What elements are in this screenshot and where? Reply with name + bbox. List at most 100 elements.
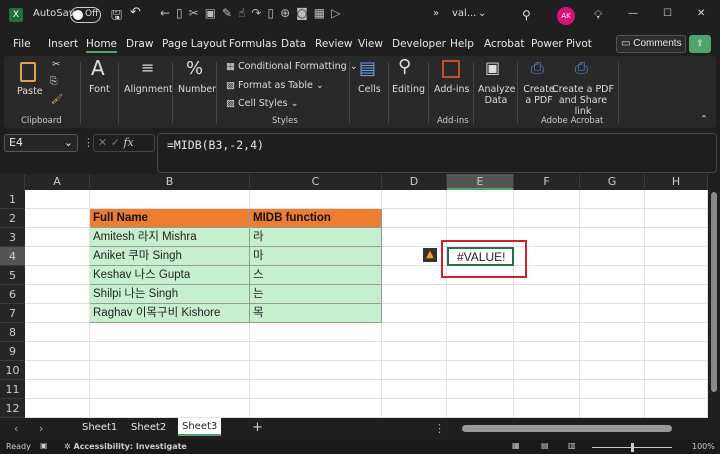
sheet-tab-sheet1[interactable]: Sheet1 <box>82 422 117 433</box>
column-header-C[interactable]: C <box>250 174 382 190</box>
minimize-button[interactable]: — <box>628 8 638 19</box>
cell-C11[interactable] <box>250 380 382 399</box>
row-header-9[interactable]: 9 <box>0 342 25 361</box>
cell-H6[interactable] <box>645 285 708 304</box>
cell-D2[interactable] <box>382 209 447 228</box>
conditional-formatting-button[interactable]: ▦ Conditional Formatting ⌄ <box>226 61 358 72</box>
cell-E10[interactable] <box>447 361 514 380</box>
cell-D7[interactable] <box>382 304 447 323</box>
cell-H12[interactable] <box>645 399 708 418</box>
cell-A3[interactable] <box>25 228 90 247</box>
cell-D12[interactable] <box>382 399 447 418</box>
row-header-10[interactable]: 10 <box>0 361 25 380</box>
worksheet-grid[interactable]: A B C D E F G H 1 2 Full Name MIDB function 3 Amitesh… <box>0 174 708 418</box>
cell-G4[interactable] <box>580 247 645 266</box>
cell-A9[interactable] <box>25 342 90 361</box>
zoom-slider[interactable] <box>592 443 672 452</box>
cell-H8[interactable] <box>645 323 708 342</box>
cell-D6[interactable] <box>382 285 447 304</box>
close-button[interactable]: ✕ <box>697 8 705 19</box>
cell-G9[interactable] <box>580 342 645 361</box>
cell-styles-button[interactable]: ▧ Cell Styles ⌄ <box>226 98 299 109</box>
row-header-7[interactable]: 7 <box>0 304 25 323</box>
select-all-corner[interactable] <box>0 174 25 190</box>
cell-A8[interactable] <box>25 323 90 342</box>
cell-H10[interactable] <box>645 361 708 380</box>
tab-view[interactable]: View <box>358 38 383 50</box>
add-ins-button[interactable]: Add-ins <box>434 84 469 95</box>
cell-B6[interactable]: Shilpi 나는 Singh <box>90 285 250 304</box>
cell-B8[interactable] <box>90 323 250 342</box>
column-header-A[interactable]: A <box>25 174 90 190</box>
number-button[interactable]: Number <box>178 84 216 95</box>
cell-D4[interactable] <box>382 247 447 266</box>
cell-H9[interactable] <box>645 342 708 361</box>
row-header-6[interactable]: 6 <box>0 285 25 304</box>
page-break-icon[interactable]: ▥ <box>568 441 576 450</box>
zoom-level[interactable]: 100% <box>692 442 715 451</box>
column-header-B[interactable]: B <box>90 174 250 190</box>
cell-B11[interactable] <box>90 380 250 399</box>
analyze-data-button[interactable]: Analyze Data <box>478 84 515 106</box>
tab-file[interactable]: File <box>13 38 31 50</box>
undo-icon[interactable]: ↶ <box>130 5 141 20</box>
row-header-12[interactable]: 12 <box>0 399 25 418</box>
avatar[interactable]: AK <box>557 7 575 25</box>
column-header-D[interactable]: D <box>382 174 447 190</box>
cell-F8[interactable] <box>514 323 580 342</box>
cell-B5[interactable]: Keshav 나스 Gupta <box>90 266 250 285</box>
cell-B3[interactable]: Amitesh 라지 Mishra <box>90 228 250 247</box>
comments-button[interactable]: ▭ Comments <box>616 35 686 53</box>
cell-F11[interactable] <box>514 380 580 399</box>
cell-G6[interactable] <box>580 285 645 304</box>
cut-icon[interactable]: ✂ <box>52 59 60 70</box>
cell-F9[interactable] <box>514 342 580 361</box>
column-header-F[interactable]: F <box>514 174 580 190</box>
cell-F10[interactable] <box>514 361 580 380</box>
cell-C6[interactable]: 는 <box>250 285 382 304</box>
format-painter-icon[interactable]: 🖌︎ <box>51 94 63 105</box>
paste-button[interactable]: Paste <box>17 86 43 97</box>
page-layout-icon[interactable]: ▤ <box>541 441 549 450</box>
enter-icon[interactable]: ✓ <box>111 136 120 149</box>
cell-C7[interactable]: 목 <box>250 304 382 323</box>
cell-C12[interactable] <box>250 399 382 418</box>
cell-E2[interactable] <box>447 209 514 228</box>
cell-F6[interactable] <box>514 285 580 304</box>
cell-A10[interactable] <box>25 361 90 380</box>
tab-help[interactable]: Help <box>450 38 474 50</box>
cell-F12[interactable] <box>514 399 580 418</box>
cell-F1[interactable] <box>514 190 580 209</box>
cell-C2[interactable]: MIDB function <box>250 209 382 228</box>
cells-button[interactable]: Cells <box>358 84 381 95</box>
cell-A11[interactable] <box>25 380 90 399</box>
file-name[interactable]: val... <box>452 8 476 19</box>
row-header-2[interactable]: 2 <box>0 209 25 228</box>
cell-C3[interactable]: 라 <box>250 228 382 247</box>
cell-D11[interactable] <box>382 380 447 399</box>
name-box[interactable]: E4 ⌄ <box>4 134 78 152</box>
insert-function-button[interactable]: fx <box>123 136 133 149</box>
cell-D3[interactable] <box>382 228 447 247</box>
sheet-tab-sheet3[interactable]: Sheet3 <box>178 418 222 436</box>
row-header-11[interactable]: 11 <box>0 380 25 399</box>
macro-icon[interactable]: ▣ <box>40 441 48 450</box>
cell-C10[interactable] <box>250 361 382 380</box>
cell-H1[interactable] <box>645 190 708 209</box>
format-as-table-button[interactable]: ▧ Format as Table ⌄ <box>226 80 324 91</box>
cell-C5[interactable]: 스 <box>250 266 382 285</box>
alignment-button[interactable]: Alignment <box>124 84 173 95</box>
cell-F7[interactable] <box>514 304 580 323</box>
cell-B12[interactable] <box>90 399 250 418</box>
column-header-G[interactable]: G <box>580 174 645 190</box>
editing-button[interactable]: Editing <box>392 84 425 95</box>
tab-review[interactable]: Review <box>315 38 352 50</box>
cell-C4[interactable]: 마 <box>250 247 382 266</box>
cell-G11[interactable] <box>580 380 645 399</box>
cell-B2[interactable]: Full Name <box>90 209 250 228</box>
font-button[interactable]: Font <box>89 84 110 95</box>
cell-E9[interactable] <box>447 342 514 361</box>
create-pdf-button[interactable]: Create a PDF <box>522 84 556 106</box>
row-header-4[interactable]: 4 <box>0 247 25 266</box>
cell-G2[interactable] <box>580 209 645 228</box>
